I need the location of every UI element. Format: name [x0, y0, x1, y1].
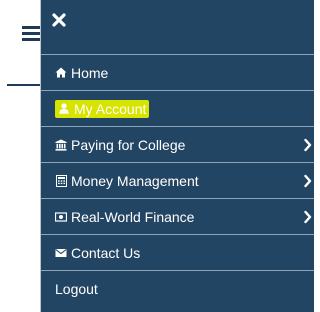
chevron-right-icon	[304, 138, 312, 152]
home-icon	[55, 67, 67, 79]
menu-item-label: Real-World Finance	[71, 208, 195, 225]
menu-item-paying-for-college[interactable]: Paying for College	[41, 127, 314, 163]
chevron-right-icon	[304, 174, 312, 188]
menu-item-label: Logout	[55, 281, 98, 297]
menu-item-home[interactable]: Home	[41, 55, 314, 91]
active-highlight: My Account	[55, 99, 150, 118]
menu-header	[41, 0, 314, 55]
user-icon	[58, 103, 70, 115]
menu-item-money-management[interactable]: Money Management	[41, 163, 314, 199]
bank-icon	[55, 139, 67, 151]
hamburger-icon[interactable]	[22, 26, 42, 42]
page-divider	[7, 84, 43, 86]
chevron-right-icon	[304, 210, 312, 224]
money-bill-icon	[55, 211, 67, 223]
envelope-icon	[55, 247, 67, 259]
menu-item-label: Paying for College	[71, 136, 186, 153]
menu-item-label: Money Management	[71, 172, 199, 189]
menu-item-real-world-finance[interactable]: Real-World Finance	[41, 199, 314, 235]
close-icon[interactable]	[51, 12, 67, 28]
menu-item-label: Contact Us	[71, 244, 141, 261]
menu-item-contact-us[interactable]: Contact Us	[41, 235, 314, 271]
side-menu: Home My Account Paying for College Money…	[40, 0, 314, 312]
page: Home My Account Paying for College Money…	[0, 0, 314, 312]
menu-item-label: Home	[71, 64, 109, 81]
menu-item-logout[interactable]: Logout	[41, 271, 314, 307]
menu-item-my-account[interactable]: My Account	[41, 91, 314, 127]
calculator-icon	[55, 174, 67, 187]
menu-list: Home My Account Paying for College Money…	[41, 55, 314, 307]
menu-item-label: My Account	[74, 100, 147, 117]
